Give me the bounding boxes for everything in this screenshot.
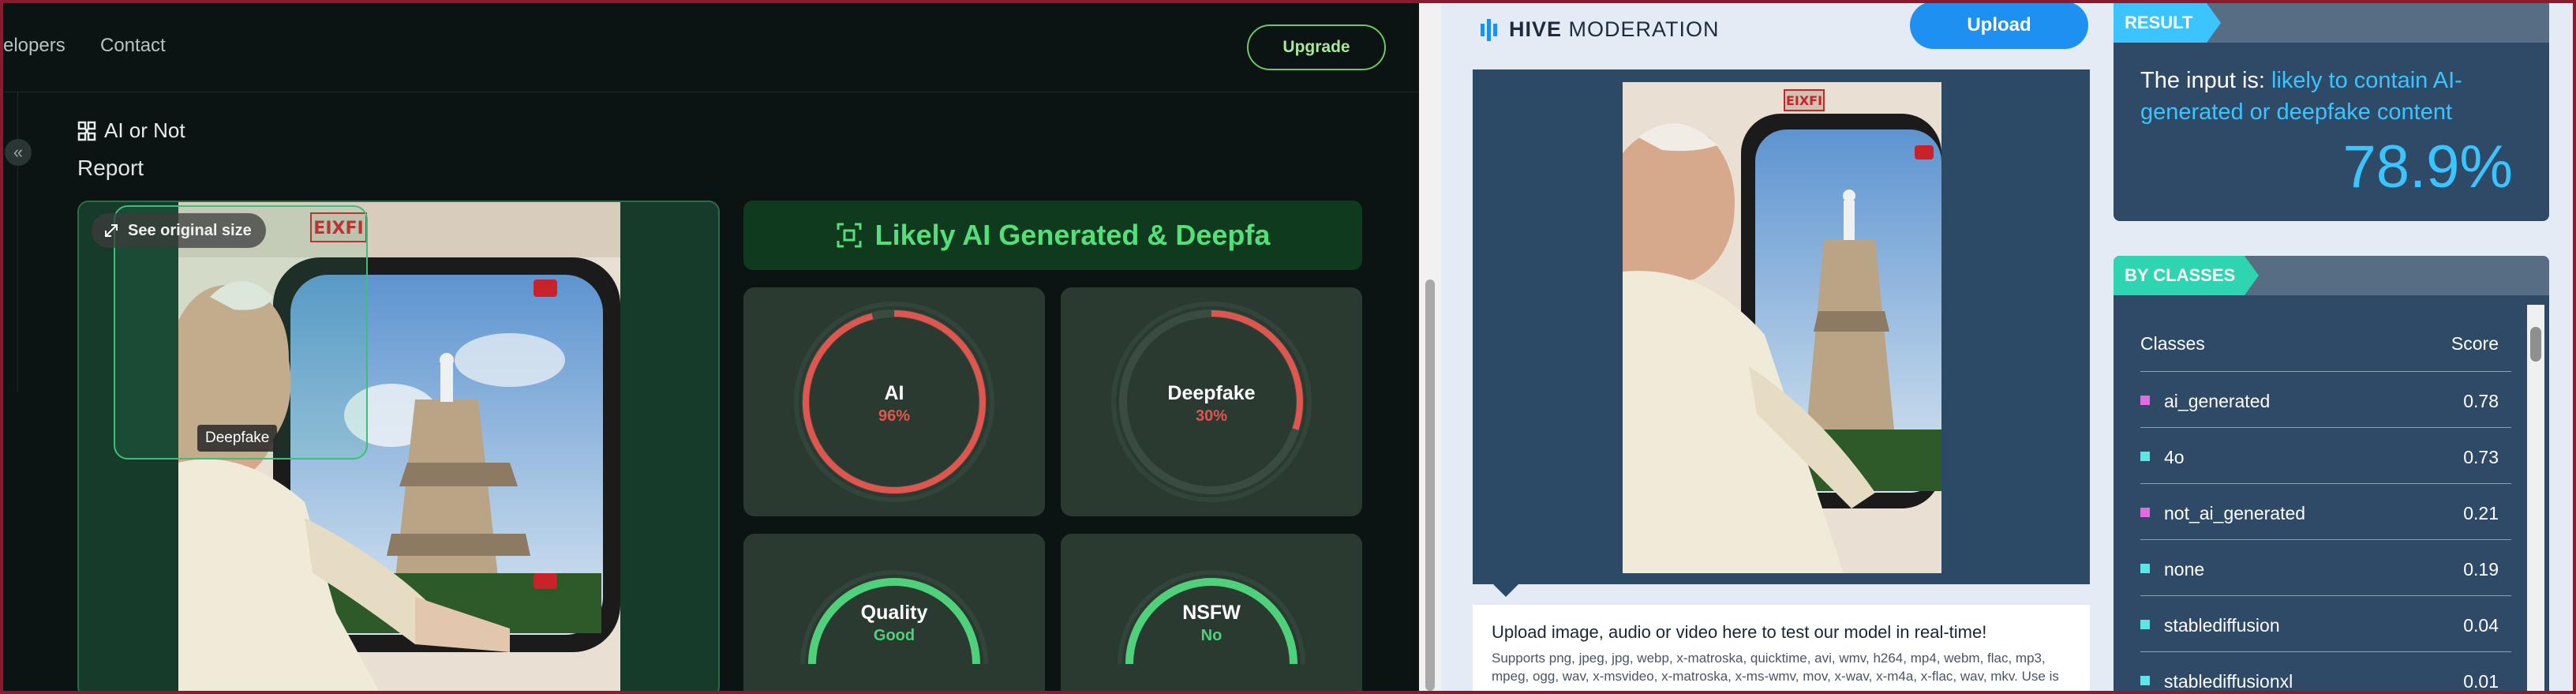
classes-scrollbar[interactable] <box>2527 305 2544 691</box>
hive-bars-icon <box>1481 18 1497 41</box>
deepfake-gauge-value: 30% <box>1195 407 1228 425</box>
upload-title: Upload image, audio or video here to tes… <box>1492 622 1987 642</box>
upload-preview-box[interactable]: EIXFI <box>1473 69 2090 584</box>
quality-gauge-card: Quality Good <box>743 534 1045 691</box>
deepfake-gauge-title: Deepfake <box>1167 382 1256 404</box>
see-original-size-button[interactable]: See original size <box>92 213 266 248</box>
classes-table-header: Classes Score <box>2140 333 2511 355</box>
classes-tag: BY CLASSES <box>2125 265 2236 285</box>
preview-pointer <box>1493 584 1518 597</box>
class-color-swatch <box>2140 620 2150 629</box>
class-name: stablediffusionxl <box>2164 671 2293 691</box>
ai-gauge-value: 96% <box>878 407 911 425</box>
hive-moderation-pane: HIVE MODERATION Upload EIXFI Upload imag… <box>1441 3 2573 691</box>
ai-gauge-card: AI 96% <box>743 287 1045 516</box>
left-pane-scrollbar[interactable] <box>1419 3 1441 691</box>
verdict-banner: Likely AI Generated & Deepfa <box>743 201 1362 270</box>
class-name: 4o <box>2164 447 2185 467</box>
report-heading: Report <box>77 156 144 180</box>
class-name: not_ai_generated <box>2164 503 2306 523</box>
score-column-header: Score <box>2451 333 2499 354</box>
class-score: 0.78 <box>2463 391 2499 411</box>
classes-column-header: Classes <box>2140 333 2205 354</box>
nav-developers-link[interactable]: elopers <box>3 35 66 57</box>
class-color-swatch <box>2140 452 2150 461</box>
report-brand: AI or Not <box>77 118 185 143</box>
moderation-logo-word: MODERATION <box>1568 17 1720 41</box>
class-name: stablediffusion <box>2164 615 2280 636</box>
result-panel: RESULT The input is: likely to contain A… <box>2114 3 2549 221</box>
screen-frame: elopers Contact Upgrade « AI or Not Repo… <box>3 3 2573 691</box>
verdict-text: Likely AI Generated & Deepfa <box>874 219 1271 251</box>
left-scroll-thumb[interactable] <box>1425 279 1435 691</box>
nsfw-gauge-value: No <box>1200 627 1222 644</box>
class-row: none 0.19 <box>2140 539 2511 595</box>
result-score: 78.9% <box>2342 133 2514 201</box>
sidebar-divider <box>17 92 18 392</box>
uploaded-image-preview: EIXFI <box>1623 82 1941 573</box>
result-tag: RESULT <box>2125 13 2193 32</box>
class-score: 0.19 <box>2463 559 2499 580</box>
class-score: 0.73 <box>2463 447 2499 467</box>
hive-logo-word: HIVE <box>1509 17 1563 41</box>
class-color-swatch <box>2140 396 2150 405</box>
class-color-swatch <box>2140 564 2150 573</box>
ai-or-not-logo-icon <box>77 121 96 141</box>
pope-preview-photo: EIXFI <box>1623 82 1941 573</box>
analyzed-image-card: EIXFI Deepfake See original size <box>77 201 720 691</box>
nav-contact-link[interactable]: Contact <box>100 35 166 57</box>
expand-icon <box>105 224 118 237</box>
see-original-label: See original size <box>128 221 252 239</box>
class-score: 0.04 <box>2463 615 2499 636</box>
upgrade-button[interactable]: Upgrade <box>1247 24 1386 70</box>
brand-name: AI or Not <box>104 118 185 142</box>
quality-gauge-value: Good <box>873 627 915 644</box>
scan-icon <box>837 223 862 248</box>
ai-or-not-pane: elopers Contact Upgrade « AI or Not Repo… <box>3 3 1419 691</box>
upload-info-panel: Upload image, audio or video here to tes… <box>1473 605 2090 691</box>
class-row: ai_generated 0.78 <box>2140 371 2511 427</box>
nsfw-gauge-title: NSFW <box>1182 602 1241 624</box>
classes-scroll-thumb[interactable] <box>2530 327 2541 362</box>
class-score: 0.21 <box>2463 503 2499 523</box>
supported-formats-text: Supports png, jpeg, jpg, webp, x-matrosk… <box>1492 651 2059 684</box>
class-row: 4o 0.73 <box>2140 427 2511 483</box>
nsfw-gauge-card: NSFW No <box>1061 534 1362 691</box>
class-name: ai_generated <box>2164 391 2271 411</box>
class-score: 0.01 <box>2463 671 2499 691</box>
class-row: stablediffusion 0.04 <box>2140 595 2511 651</box>
class-name: none <box>2164 559 2205 580</box>
by-classes-panel: BY CLASSES Classes Score ai_generated 0.7… <box>2114 256 2549 691</box>
upload-button[interactable]: Upload <box>1910 3 2088 49</box>
detection-tag: Deepfake <box>197 425 278 452</box>
quality-gauge-title: Quality <box>860 602 928 624</box>
ai-gauge-title: AI <box>884 382 904 404</box>
top-navbar: elopers Contact Upgrade <box>3 3 1419 92</box>
preview-exit-sign-text: EIXFI <box>1786 93 1822 108</box>
collapse-sidebar-icon[interactable]: « <box>5 139 32 166</box>
class-color-swatch <box>2140 508 2150 517</box>
class-row: not_ai_generated 0.21 <box>2140 483 2511 539</box>
hive-logo[interactable]: HIVE MODERATION <box>1479 17 1720 42</box>
result-text: The input is: likely to contain AI-gener… <box>2140 65 2519 128</box>
result-prefix: The input is: <box>2140 68 2272 93</box>
class-row: stablediffusionxl 0.01 <box>2140 651 2511 691</box>
class-color-swatch <box>2140 676 2150 685</box>
deepfake-gauge-card: Deepfake 30% <box>1061 287 1362 516</box>
